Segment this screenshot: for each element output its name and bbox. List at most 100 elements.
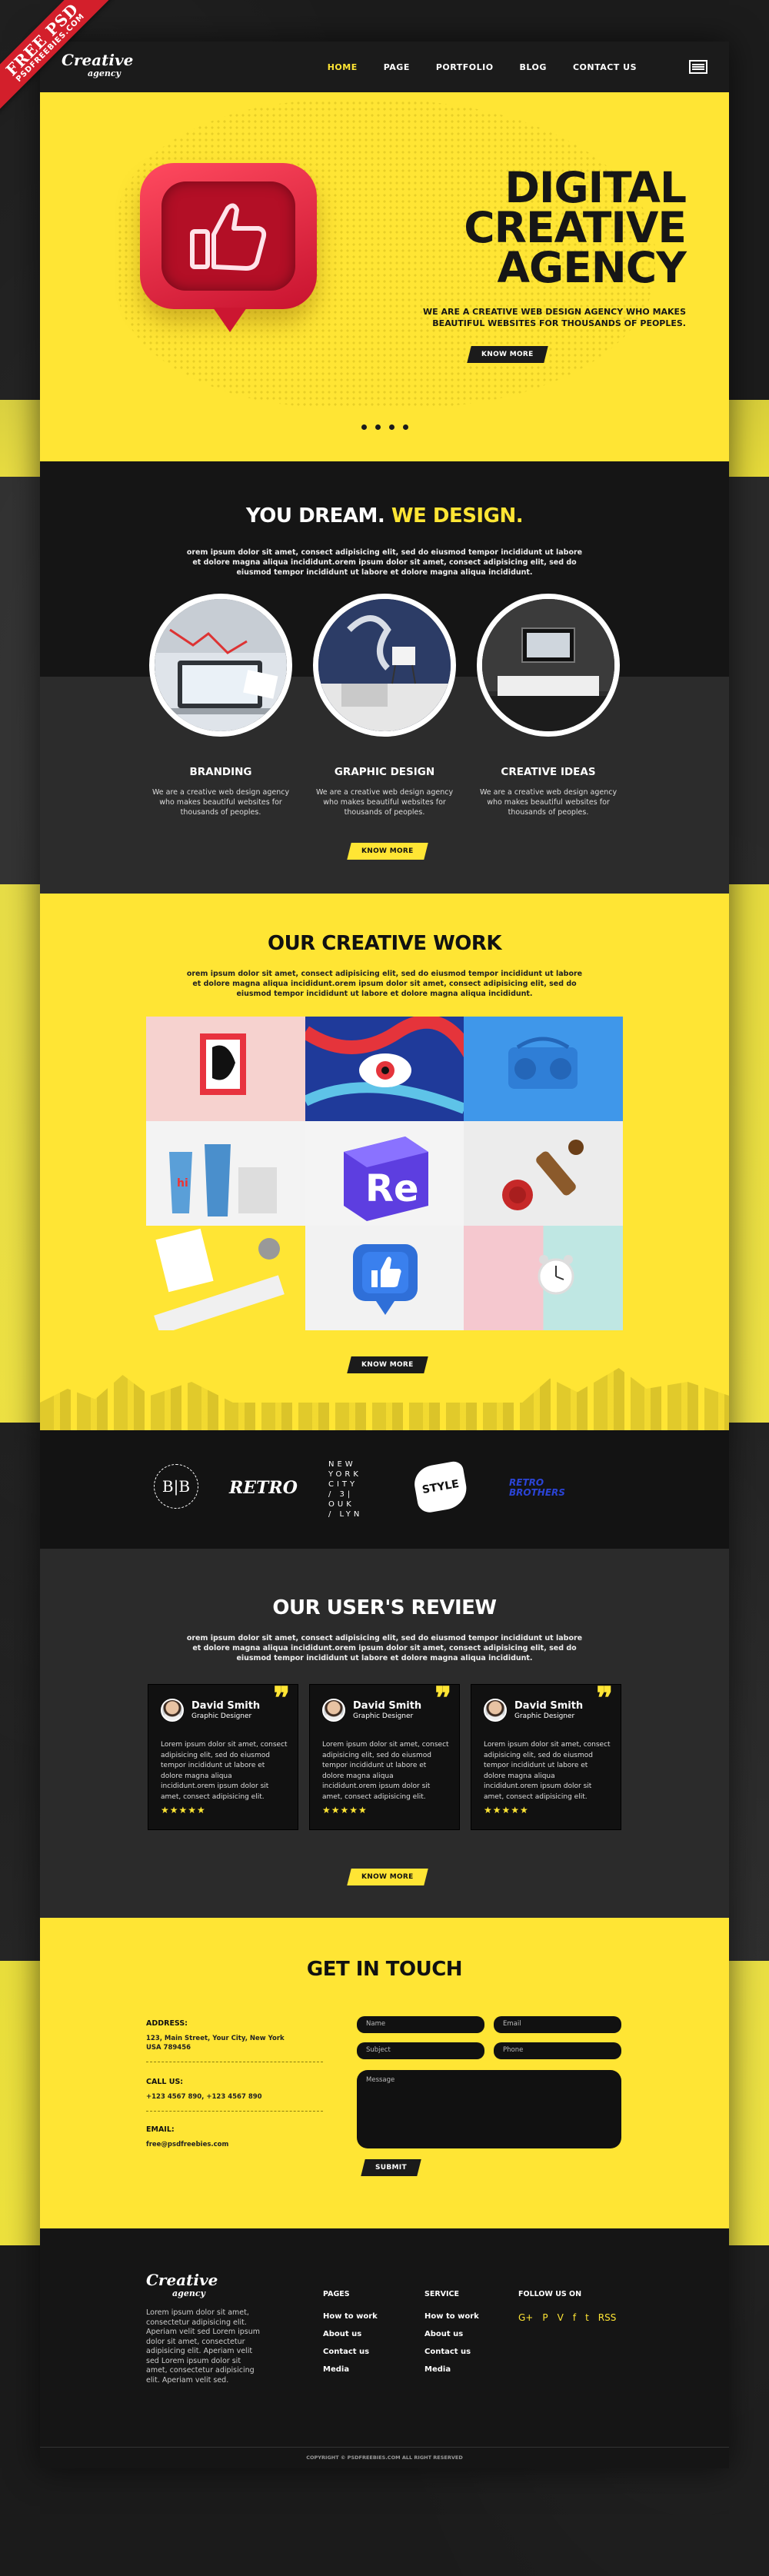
portfolio-tile[interactable]: hi: [146, 1121, 305, 1226]
footer-link[interactable]: Contact us: [424, 2348, 479, 2356]
nav-item-home[interactable]: HOME: [328, 62, 358, 72]
hero-title-line-2: CREATIVE: [464, 203, 687, 252]
services-title-b: WE DESIGN.: [391, 504, 524, 528]
footer-link[interactable]: Contact us: [323, 2348, 378, 2356]
brand-ny-line: NEW: [328, 1460, 356, 1469]
service-desc-branding: We are a creative web design agency who …: [151, 788, 290, 817]
phone-field[interactable]: Phone: [494, 2042, 621, 2059]
review-text: Lorem ipsum dolor sit amet, consect adip…: [484, 1741, 611, 1801]
portfolio-tile[interactable]: [146, 1226, 305, 1330]
hero-subtitle: WE ARE A CREATIVE WEB DESIGN AGENCY WHO …: [409, 306, 686, 329]
client-brands-strip: B|B RETRO NEW YORK CITY / 3| OUK / LYN S…: [40, 1430, 729, 1549]
star-rating: ★★★★★: [161, 1805, 206, 1816]
quote-icon: ❞: [273, 1680, 290, 1716]
brand-logo-retro[interactable]: RETRO: [229, 1478, 298, 1498]
portfolio-tile[interactable]: [464, 1121, 623, 1226]
contact-title: GET IN TOUCH: [306, 1958, 463, 1981]
main-menu: HOME PAGE PORTFOLIO BLOG CONTACT US: [328, 60, 707, 74]
branding-image: [149, 594, 292, 737]
slider-dot[interactable]: [361, 424, 367, 430]
portfolio-intro: orem ipsum dolor sit amet, consect adipi…: [186, 970, 583, 998]
name-field[interactable]: Name: [357, 2016, 484, 2033]
contact-section: GET IN TOUCH ADDRESS: 123, Main Street, …: [40, 1918, 729, 2228]
brand-logo-bb[interactable]: B|B: [154, 1464, 198, 1509]
slider-dot[interactable]: [402, 424, 408, 430]
avatar: [484, 1699, 507, 1722]
reviewer-name: David Smith: [353, 1700, 422, 1712]
services-title: YOU DREAM. WE DESIGN.: [40, 504, 729, 528]
portfolio-tile[interactable]: [305, 1226, 464, 1330]
services-section: YOU DREAM. WE DESIGN. orem ipsum dolor s…: [40, 461, 729, 894]
twitter-icon[interactable]: t: [585, 2312, 589, 2323]
nav-item-blog[interactable]: BLOG: [520, 62, 547, 72]
nav-item-portfolio[interactable]: PORTFOLIO: [436, 62, 494, 72]
hero-subtitle-line-2: BEAUTIFUL WEBSITES FOR THOUSANDS OF PEOP…: [432, 318, 686, 328]
portfolio-know-more-button[interactable]: KNOW MORE: [347, 1356, 428, 1373]
portfolio-tile[interactable]: [464, 1017, 623, 1121]
google-plus-icon[interactable]: G+: [518, 2312, 533, 2323]
vimeo-icon[interactable]: V: [558, 2312, 564, 2323]
hero-subtitle-line-1: WE ARE A CREATIVE WEB DESIGN AGENCY WHO …: [423, 307, 686, 317]
reviewer-role: Graphic Designer: [514, 1712, 575, 1720]
portfolio-section: OUR CREATIVE WORK orem ipsum dolor sit a…: [40, 894, 729, 1430]
address-line-2: USA 789456: [146, 2044, 191, 2052]
footer-link[interactable]: How to work: [424, 2312, 479, 2321]
reviews-intro: orem ipsum dolor sit amet, consect adipi…: [186, 1634, 583, 1662]
email-block: EMAIL: free@psdfreebies.com: [146, 2125, 323, 2149]
brand-ny-line: CITY: [328, 1480, 358, 1489]
rss-icon[interactable]: RSS: [598, 2312, 617, 2323]
footer-pages-title: PAGES: [323, 2290, 350, 2298]
reviews-section: OUR USER'S REVIEW orem ipsum dolor sit a…: [40, 1549, 729, 1918]
portfolio-tile[interactable]: Re: [305, 1121, 464, 1226]
hero-button-label: KNOW MORE: [481, 351, 534, 358]
pinterest-icon[interactable]: P: [542, 2312, 548, 2323]
service-title-branding: BRANDING: [189, 766, 252, 778]
footer-link[interactable]: Media: [424, 2365, 479, 2374]
subject-field[interactable]: Subject: [357, 2042, 484, 2059]
brand-logo-style[interactable]: STYLE: [411, 1459, 470, 1515]
slider-dot[interactable]: [388, 424, 394, 430]
address-label: ADDRESS:: [146, 2019, 188, 2028]
footer-link[interactable]: About us: [323, 2330, 378, 2338]
reviewer-name: David Smith: [514, 1700, 584, 1712]
portfolio-tile[interactable]: [464, 1226, 623, 1330]
top-nav: Creative agency HOME PAGE PORTFOLIO BLOG…: [40, 42, 729, 92]
submit-button[interactable]: SUBMIT: [361, 2159, 421, 2176]
hero-title: DIGITAL CREATIVE AGENCY: [378, 167, 687, 289]
services-button-label: KNOW MORE: [361, 847, 414, 855]
star-rating: ★★★★★: [322, 1805, 368, 1816]
review-text: Lorem ipsum dolor sit amet, consect adip…: [322, 1741, 449, 1801]
facebook-icon[interactable]: f: [573, 2312, 576, 2323]
reviews-title: OUR USER'S REVIEW: [272, 1596, 497, 1619]
slider-dots: [40, 424, 729, 430]
star-rating: ★★★★★: [484, 1805, 529, 1816]
footer-logo[interactable]: Creative agency: [146, 2272, 218, 2301]
hero-know-more-button[interactable]: KNOW MORE: [467, 346, 548, 363]
footer-divider: [40, 2447, 729, 2448]
brand-ny-line: OUK: [328, 1500, 355, 1509]
review-card: David Smith Graphic Designer ❞ Lorem ips…: [148, 1680, 298, 1830]
re-logo-text: Re: [365, 1167, 419, 1210]
nav-item-contact[interactable]: CONTACT US: [573, 62, 637, 72]
portfolio-tile[interactable]: [146, 1017, 305, 1121]
service-title-creative-ideas: CREATIVE IDEAS: [501, 766, 596, 778]
brand-logo-new-york[interactable]: NEW YORK CITY / 3| OUK / LYN: [328, 1459, 362, 1519]
service-title-graphic-design: GRAPHIC DESIGN: [334, 766, 435, 778]
creative-ideas-image: [477, 594, 620, 737]
copyright-text: COPYRIGHT © PSDFREEBIES.COM ALL RIGHT RE…: [306, 2455, 463, 2461]
brand-ny-line: / LYN: [328, 1510, 363, 1519]
email-field[interactable]: Email: [494, 2016, 621, 2033]
footer-link[interactable]: How to work: [323, 2312, 378, 2321]
brand-rb-line2: BROTHERS: [509, 1487, 565, 1498]
services-title-a: YOU DREAM.: [245, 504, 385, 528]
services-know-more-button[interactable]: KNOW MORE: [347, 843, 428, 860]
footer-link[interactable]: About us: [424, 2330, 479, 2338]
message-field[interactable]: Message: [357, 2070, 621, 2148]
hamburger-menu-icon[interactable]: [689, 60, 707, 74]
footer-link[interactable]: Media: [323, 2365, 378, 2374]
nav-item-page[interactable]: PAGE: [384, 62, 410, 72]
slider-dot[interactable]: [375, 424, 381, 430]
reviews-know-more-button[interactable]: KNOW MORE: [347, 1869, 428, 1885]
brand-logo-retro-brothers[interactable]: RETRO BROTHERS: [509, 1478, 565, 1498]
portfolio-tile[interactable]: [305, 1017, 464, 1121]
